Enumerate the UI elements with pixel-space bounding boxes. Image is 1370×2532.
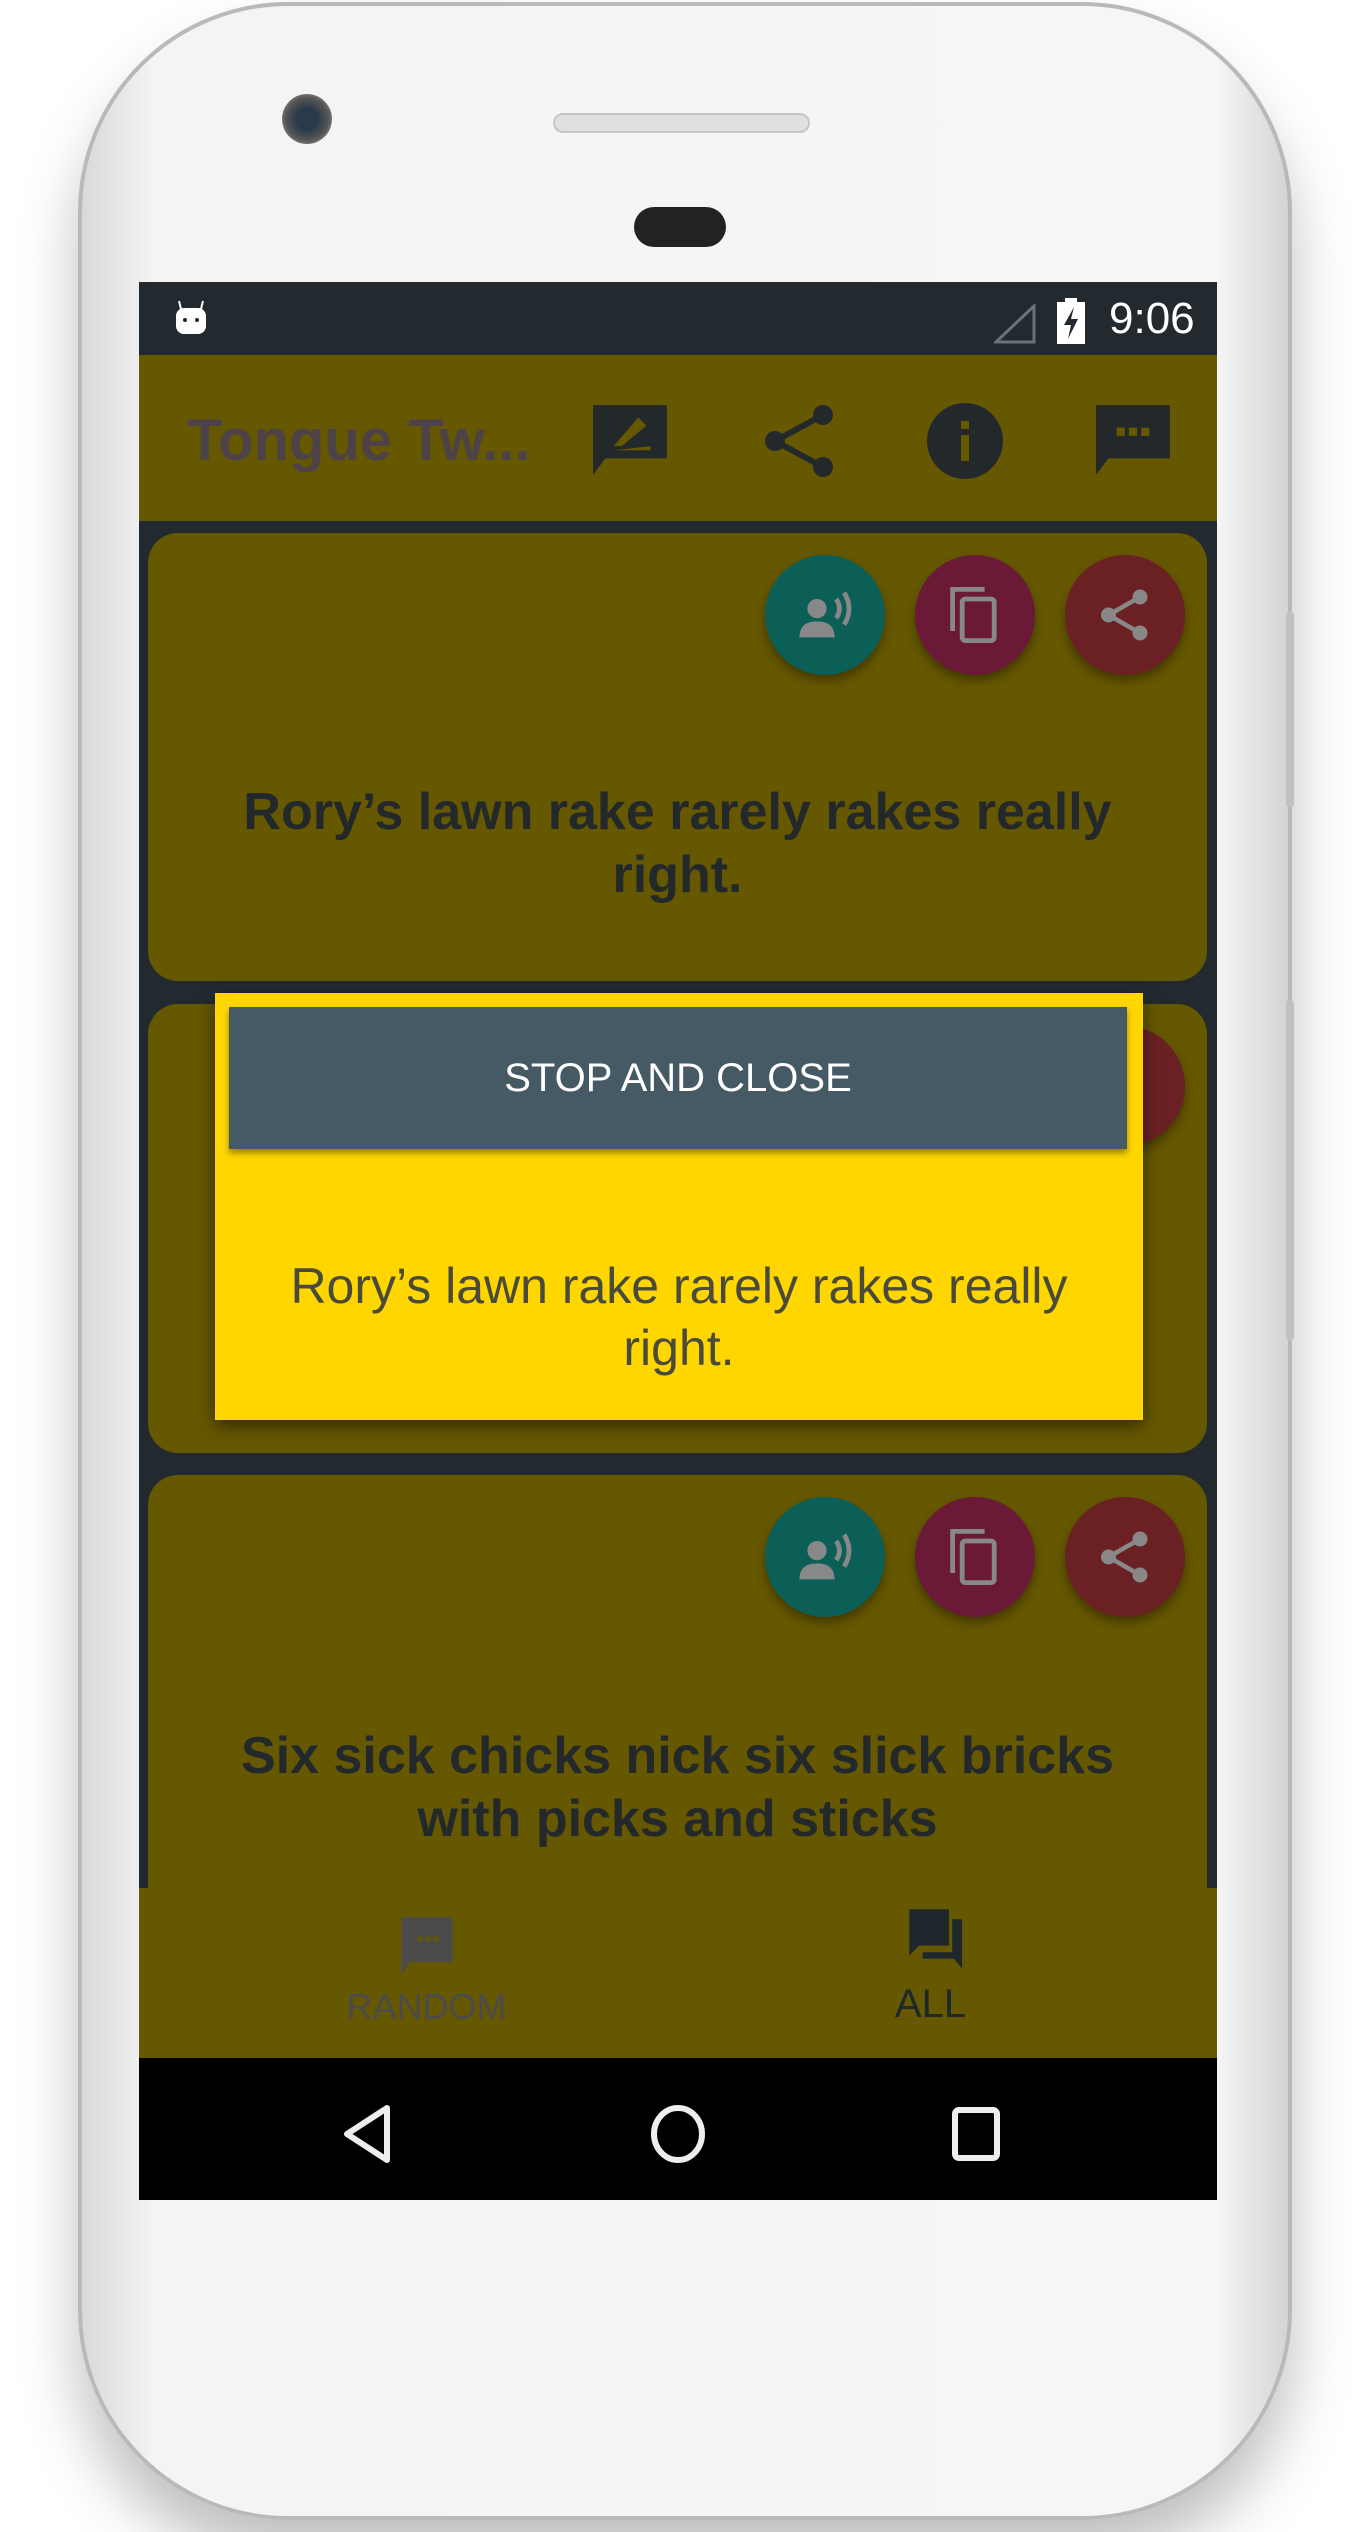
screen: 9:06 Tongue Tw... Rory’s lawn rake rarel…	[139, 282, 1217, 2200]
share-button[interactable]	[1065, 1497, 1185, 1617]
copy-button[interactable]	[915, 1497, 1035, 1617]
status-bar: 9:06	[139, 282, 1217, 355]
speak-icon	[799, 1533, 852, 1580]
share-icon[interactable]	[759, 401, 839, 481]
random-message-icon	[401, 1917, 453, 1975]
bottom-navigation: RANDOM ALL	[139, 1888, 1217, 2058]
copy-icon	[950, 1529, 997, 1585]
share-icon	[1101, 589, 1148, 641]
home-icon[interactable]	[649, 2104, 707, 2164]
battery-charging-icon	[1057, 298, 1085, 344]
signal-icon	[994, 304, 1036, 344]
speak-icon	[799, 591, 852, 638]
earpiece	[634, 207, 726, 247]
app-bar: Tongue Tw...	[139, 355, 1217, 521]
speak-button[interactable]	[765, 1497, 885, 1617]
system-nav-bar	[139, 2058, 1217, 2200]
playback-dialog: STOP AND CLOSE Rory’s lawn rake rarely r…	[215, 993, 1143, 1420]
tongue-twister-card: Six sick chicks nick six slick bricks wi…	[148, 1475, 1207, 1935]
speaker-grille	[553, 113, 810, 133]
dialog-text: Rory’s lawn rake rarely rakes really rig…	[290, 1258, 1068, 1376]
android-icon	[176, 300, 206, 334]
nav-item-random[interactable]: RANDOM	[139, 1888, 678, 2058]
stop-and-close-button[interactable]: STOP AND CLOSE	[229, 1007, 1127, 1149]
card-text: Six sick chicks nick six slick bricks wi…	[240, 1727, 1115, 1848]
side-button	[1286, 1000, 1294, 1340]
card-text: Rory’s lawn rake rarely rakes really rig…	[243, 783, 1112, 904]
nav-label-random: RANDOM	[346, 1986, 507, 2027]
all-messages-icon	[909, 1909, 963, 1969]
share-icon	[1101, 1531, 1148, 1583]
nav-item-all[interactable]: ALL	[678, 1888, 1217, 2058]
camera	[282, 94, 332, 144]
message-icon[interactable]	[1092, 401, 1174, 483]
copy-button[interactable]	[915, 555, 1035, 675]
tongue-twister-card: Rory’s lawn rake rarely rakes really rig…	[148, 533, 1207, 981]
share-button[interactable]	[1065, 555, 1185, 675]
recents-icon[interactable]	[951, 2106, 1001, 2162]
info-icon[interactable]	[925, 401, 1005, 481]
back-icon[interactable]	[339, 2104, 395, 2164]
copy-icon	[950, 587, 997, 643]
clock: 9:06	[1109, 294, 1195, 343]
nav-label-all: ALL	[894, 1982, 967, 2026]
edit-icon[interactable]	[589, 401, 671, 483]
app-title: Tongue Tw...	[187, 408, 531, 473]
speak-button[interactable]	[765, 555, 885, 675]
side-button	[1286, 612, 1294, 807]
